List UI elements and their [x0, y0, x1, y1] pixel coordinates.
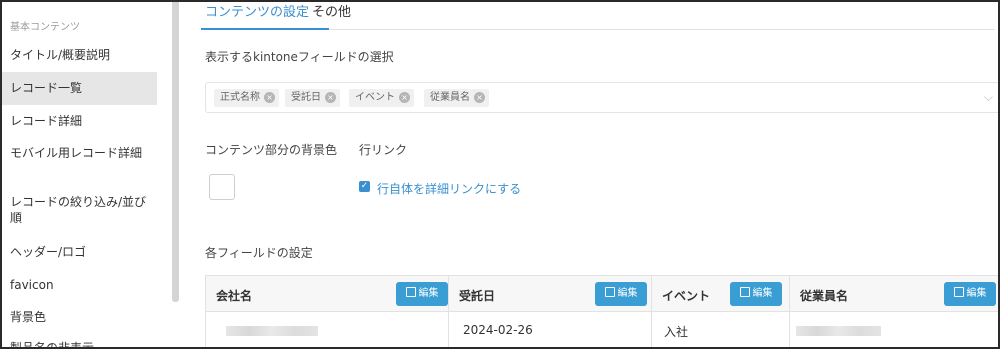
column-header: イベント 編集	[652, 276, 790, 313]
table-cell	[790, 312, 998, 347]
remove-icon[interactable]: ×	[325, 92, 336, 103]
field-chip: 受託日 ×	[285, 89, 340, 107]
edit-button[interactable]: 編集	[595, 282, 647, 306]
sidebar-item-record-detail[interactable]: レコード詳細	[2, 111, 157, 131]
table-header: 会社名 編集 受託日 編集 イベント 編集 従業員名 編集	[206, 275, 998, 313]
edit-icon	[604, 287, 615, 297]
row-link-label: 行リンク	[359, 143, 408, 157]
column-header-label: 受託日	[459, 289, 496, 303]
column-header-label: 従業員名	[800, 289, 849, 303]
table-cell: 入社	[652, 312, 790, 347]
edit-icon	[739, 287, 750, 297]
sidebar-item-header-logo[interactable]: ヘッダー/ロゴ	[2, 242, 157, 262]
chevron-down-icon[interactable]: ⌵	[984, 90, 993, 105]
column-header: 受託日 編集	[449, 276, 652, 313]
sidebar-item-mobile-record-detail[interactable]: モバイル用レコード詳細	[2, 145, 142, 179]
edit-icon	[405, 287, 416, 297]
field-chip: 正式名称 ×	[214, 89, 279, 107]
sidebar-item-record-filter-sort[interactable]: レコードの絞り込み/並び順	[2, 194, 152, 228]
remove-icon[interactable]: ×	[399, 92, 410, 103]
field-settings-table: 会社名 編集 受託日 編集 イベント 編集 従業員名 編集 2024-02-26…	[205, 275, 998, 347]
chip-label: 従業員名	[430, 92, 470, 103]
bg-color-picker[interactable]	[209, 174, 235, 200]
cell-value: 2024-02-26	[463, 323, 533, 337]
sidebar-item-record-list[interactable]: レコード一覧	[2, 72, 157, 105]
edit-button-label: 編集	[418, 288, 439, 299]
edit-button-label: 編集	[966, 288, 987, 299]
row-link-checkbox[interactable]: ✓	[359, 181, 370, 192]
row-link-checkbox-label[interactable]: 行自体を詳細リンクにする	[377, 180, 521, 197]
app-frame: 基本コンテンツ タイトル/概要説明 レコード一覧 レコード詳細 モバイル用レコー…	[0, 0, 1000, 349]
field-chip: イベント ×	[349, 89, 414, 107]
field-selection-title: 表示するkintoneフィールドの選択	[205, 50, 394, 64]
tab-bar: コンテンツの設定 その他	[200, 2, 995, 30]
sidebar-item-favicon[interactable]: favicon	[2, 275, 157, 295]
column-header-label: 会社名	[216, 289, 253, 303]
table-cell: 2024-02-26	[449, 312, 652, 347]
column-header: 従業員名 編集	[790, 276, 998, 313]
redacted-value	[796, 326, 881, 336]
tab-content-settings[interactable]: コンテンツの設定	[200, 4, 330, 30]
sidebar-item-title-description[interactable]: タイトル/概要説明	[2, 45, 157, 65]
chip-label: 正式名称	[220, 92, 260, 103]
chip-label: 受託日	[291, 92, 321, 103]
edit-button[interactable]: 編集	[944, 282, 996, 306]
edit-button[interactable]: 編集	[730, 282, 782, 306]
bg-color-label: コンテンツ部分の背景色	[205, 143, 338, 157]
remove-icon[interactable]: ×	[264, 92, 275, 103]
field-settings-title: 各フィールドの設定	[205, 246, 313, 260]
table-cell	[206, 312, 449, 347]
remove-icon[interactable]: ×	[474, 92, 485, 103]
edit-icon	[953, 287, 964, 297]
sidebar-item-background-color[interactable]: 背景色	[2, 307, 157, 327]
edit-button-label: 編集	[752, 288, 773, 299]
cell-value: 入社	[664, 325, 689, 339]
tab-other[interactable]: その他	[312, 4, 351, 22]
sidebar-scrollbar[interactable]	[172, 2, 179, 302]
field-multiselect[interactable]: 正式名称 × 受託日 × イベント × 従業員名 × ⌵	[205, 82, 998, 113]
chip-label: イベント	[355, 92, 395, 103]
field-chip: 従業員名 ×	[424, 89, 489, 107]
column-header: 会社名 編集	[206, 276, 449, 313]
sidebar-item-hide-product-name[interactable]: 製品名の非表示	[2, 338, 157, 347]
sidebar-section-title: 基本コンテンツ	[10, 22, 80, 33]
column-header-label: イベント	[662, 289, 711, 303]
sidebar: 基本コンテンツ タイトル/概要説明 レコード一覧 レコード詳細 モバイル用レコー…	[2, 2, 162, 347]
edit-button-label: 編集	[617, 288, 638, 299]
edit-button[interactable]: 編集	[396, 282, 448, 306]
redacted-value	[226, 326, 318, 336]
